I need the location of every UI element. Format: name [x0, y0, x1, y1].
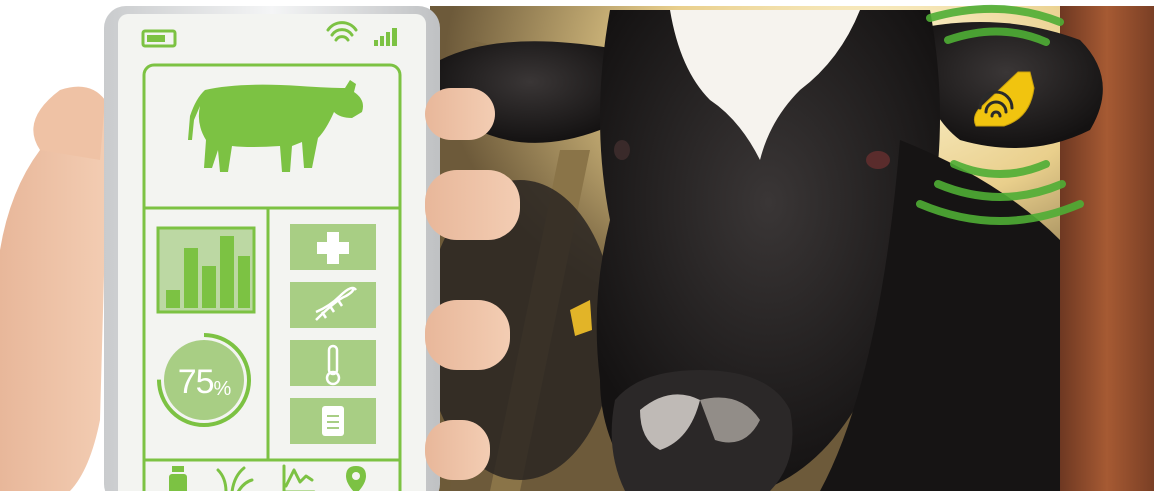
progress-number: 75 — [177, 363, 215, 401]
progress-unit: % — [213, 378, 232, 400]
overlay: 75% — [0, 0, 1154, 491]
cow-monitoring-photo: 75% — [0, 0, 1154, 491]
progress-percentage: 75% — [156, 365, 252, 404]
